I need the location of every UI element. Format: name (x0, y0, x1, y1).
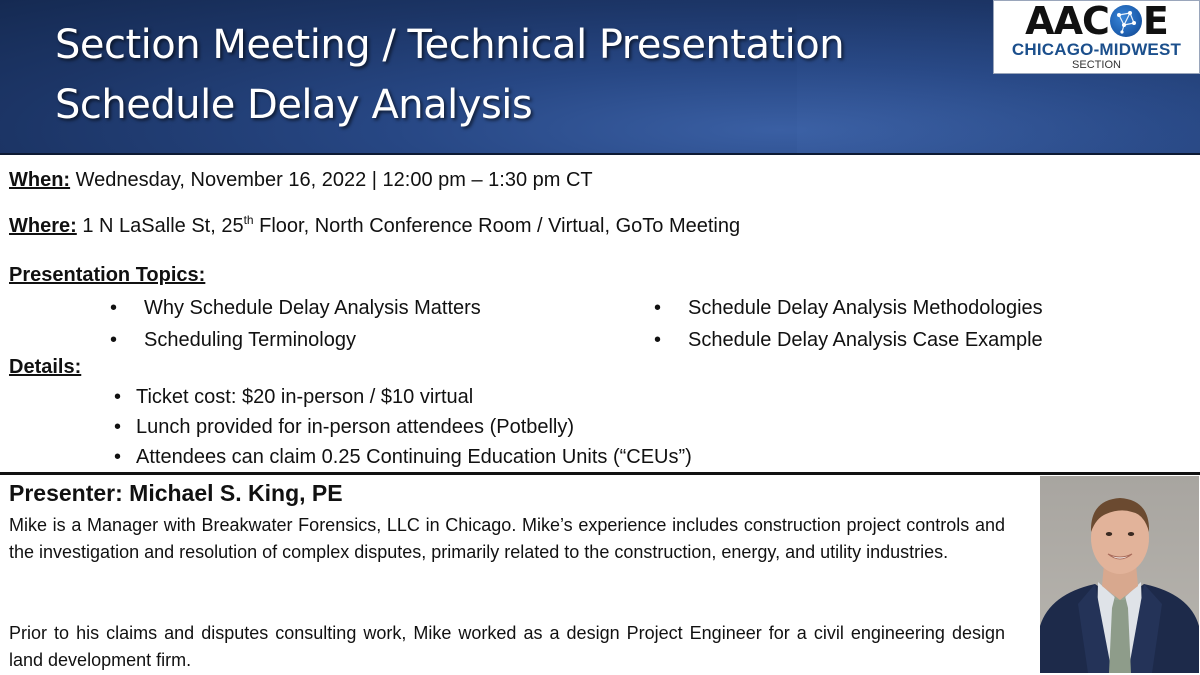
page-title: Section Meeting / Technical Presentation (55, 22, 845, 68)
presenter-headshot-illustration (1040, 498, 1199, 673)
detail-item-text: Lunch provided for in-person attendees (… (136, 416, 575, 438)
topic-item: • Why Schedule Delay Analysis Matters (110, 297, 481, 320)
presenter-bio-paragraph: Prior to his claims and disputes consult… (9, 623, 1005, 670)
event-where: Where: 1 N LaSalle St, 25th Floor, North… (9, 213, 741, 238)
where-value-ordinal: th (243, 213, 254, 227)
bullet-icon: • (114, 446, 122, 468)
where-value-address: 1 N LaSalle St, 25 (82, 215, 244, 237)
bullet-icon: • (110, 329, 118, 351)
bullet-icon: • (654, 297, 662, 319)
topic-item-text: Scheduling Terminology (144, 329, 356, 351)
topics-heading-label: Presentation Topics: (9, 264, 206, 286)
bullet-icon: • (110, 297, 118, 319)
detail-item-text: Ticket cost: $20 in-person / $10 virtual (136, 386, 474, 408)
details-heading: Details: (9, 356, 81, 379)
logo-section: SECTION (1072, 59, 1121, 71)
where-value: 1 N LaSalle St, 25th Floor, North Confer… (82, 213, 741, 237)
logo-wordmark-right: E (1142, 0, 1169, 43)
topic-item: • Scheduling Terminology (110, 329, 356, 352)
topic-item-text: Why Schedule Delay Analysis Matters (144, 297, 481, 319)
logo-wordmark: AAC E (994, 2, 1199, 40)
logo-wordmark-left: AAC (1025, 0, 1110, 43)
aace-logo: AAC E CHICAGO-MIDWEST SECTION (993, 0, 1200, 74)
detail-item: • Lunch provided for in-person attendees … (114, 416, 574, 439)
topics-heading: Presentation Topics: (9, 264, 205, 287)
logo-subtitle: CHICAGO-MIDWEST (1011, 40, 1182, 59)
bullet-icon: • (114, 416, 122, 438)
presenter-bio-paragraph: Mike is a Manager with Breakwater Forens… (9, 515, 1005, 562)
presenter-heading: Presenter: Michael S. King, PE (9, 480, 343, 506)
event-when: When: Wednesday, November 16, 2022 | 12:… (9, 169, 593, 192)
page-subtitle: Schedule Delay Analysis (55, 82, 533, 128)
when-value: Wednesday, November 16, 2022 | 12:00 pm … (75, 169, 593, 191)
detail-item-text: Attendees can claim 0.25 Continuing Educ… (136, 446, 692, 468)
section-divider (0, 472, 1200, 475)
topic-item-text: Schedule Delay Analysis Methodologies (688, 297, 1043, 319)
bullet-icon: • (654, 329, 662, 351)
when-label: When: (9, 169, 71, 191)
presenter-photo (1040, 476, 1199, 673)
where-value-room: Floor, North Conference Room / Virtual, … (253, 215, 741, 237)
topic-item: • Schedule Delay Analysis Methodologies (654, 297, 1043, 320)
detail-item: • Attendees can claim 0.25 Continuing Edu… (114, 446, 692, 469)
globe-icon (1109, 5, 1142, 37)
details-heading-label: Details: (9, 356, 82, 378)
topic-item-text: Schedule Delay Analysis Case Example (688, 329, 1043, 351)
bullet-icon: • (114, 386, 122, 408)
where-label: Where: (9, 215, 77, 237)
detail-item: • Ticket cost: $20 in-person / $10 virtua… (114, 386, 473, 409)
topic-item: • Schedule Delay Analysis Case Example (654, 329, 1043, 352)
